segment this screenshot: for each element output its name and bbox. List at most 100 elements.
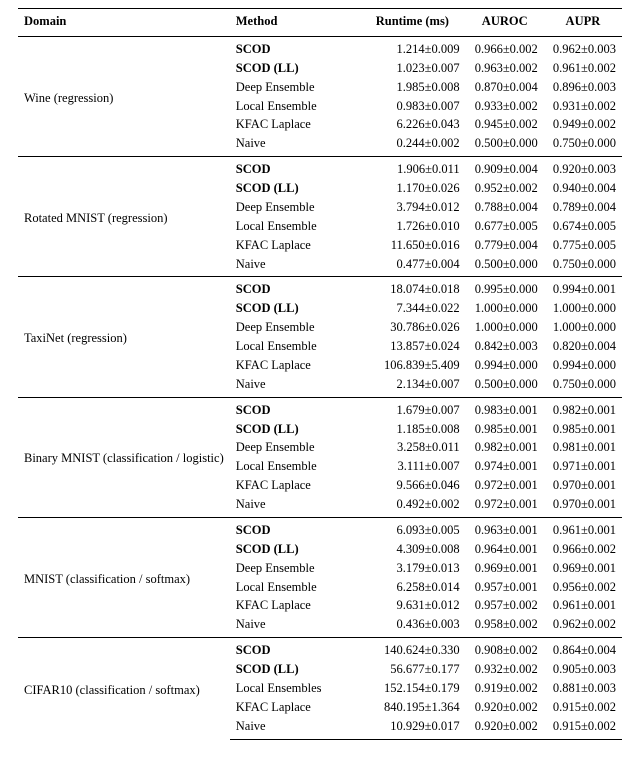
aupr-cell: 0.915±0.002 xyxy=(544,717,622,739)
method-cell: Local Ensemble xyxy=(230,457,359,476)
aupr-cell: 0.820±0.004 xyxy=(544,337,622,356)
runtime-cell: 2.134±0.007 xyxy=(359,375,466,397)
auroc-cell: 0.982±0.001 xyxy=(466,438,544,457)
auroc-cell: 0.932±0.002 xyxy=(466,660,544,679)
auroc-cell: 0.677±0.005 xyxy=(466,217,544,236)
aupr-cell: 0.864±0.004 xyxy=(544,638,622,660)
aupr-cell: 0.750±0.000 xyxy=(544,375,622,397)
auroc-cell: 0.974±0.001 xyxy=(466,457,544,476)
auroc-cell: 0.969±0.001 xyxy=(466,559,544,578)
runtime-cell: 56.677±0.177 xyxy=(359,660,466,679)
aupr-cell: 0.931±0.002 xyxy=(544,97,622,116)
aupr-cell: 0.940±0.004 xyxy=(544,179,622,198)
col-header-auroc: AUROC xyxy=(466,9,544,37)
aupr-cell: 0.981±0.001 xyxy=(544,438,622,457)
method-cell: Naive xyxy=(230,255,359,277)
auroc-cell: 1.000±0.000 xyxy=(466,299,544,318)
table-row: CIFAR10 (classification / softmax)SCOD14… xyxy=(18,638,622,660)
auroc-cell: 0.972±0.001 xyxy=(466,495,544,517)
auroc-cell: 0.870±0.004 xyxy=(466,78,544,97)
runtime-cell: 1.906±0.011 xyxy=(359,157,466,179)
method-cell: Naive xyxy=(230,495,359,517)
method-cell: Local Ensemble xyxy=(230,337,359,356)
method-cell: SCOD (LL) xyxy=(230,420,359,439)
auroc-cell: 0.963±0.002 xyxy=(466,59,544,78)
aupr-cell: 0.896±0.003 xyxy=(544,78,622,97)
auroc-cell: 0.963±0.001 xyxy=(466,517,544,539)
runtime-cell: 0.244±0.002 xyxy=(359,134,466,156)
auroc-cell: 0.500±0.000 xyxy=(466,255,544,277)
domain-cell: Rotated MNIST (regression) xyxy=(18,157,230,277)
aupr-cell: 0.982±0.001 xyxy=(544,397,622,419)
table-row: Wine (regression)SCOD1.214±0.0090.966±0.… xyxy=(18,36,622,58)
method-cell: Deep Ensemble xyxy=(230,198,359,217)
runtime-cell: 4.309±0.008 xyxy=(359,540,466,559)
aupr-cell: 0.969±0.001 xyxy=(544,559,622,578)
runtime-cell: 7.344±0.022 xyxy=(359,299,466,318)
aupr-cell: 0.775±0.005 xyxy=(544,236,622,255)
method-cell: Deep Ensemble xyxy=(230,78,359,97)
runtime-cell: 6.226±0.043 xyxy=(359,115,466,134)
runtime-cell: 3.111±0.007 xyxy=(359,457,466,476)
col-header-domain: Domain xyxy=(18,9,230,37)
method-cell: SCOD xyxy=(230,517,359,539)
runtime-cell: 1.214±0.009 xyxy=(359,36,466,58)
aupr-cell: 0.970±0.001 xyxy=(544,495,622,517)
auroc-cell: 0.966±0.002 xyxy=(466,36,544,58)
aupr-cell: 0.905±0.003 xyxy=(544,660,622,679)
method-cell: SCOD xyxy=(230,277,359,299)
method-cell: SCOD (LL) xyxy=(230,660,359,679)
runtime-cell: 1.985±0.008 xyxy=(359,78,466,97)
method-cell: Local Ensemble xyxy=(230,97,359,116)
auroc-cell: 0.957±0.001 xyxy=(466,578,544,597)
runtime-cell: 152.154±0.179 xyxy=(359,679,466,698)
method-cell: Local Ensemble xyxy=(230,578,359,597)
auroc-cell: 0.788±0.004 xyxy=(466,198,544,217)
auroc-cell: 0.842±0.003 xyxy=(466,337,544,356)
runtime-cell: 0.436±0.003 xyxy=(359,615,466,637)
aupr-cell: 0.985±0.001 xyxy=(544,420,622,439)
aupr-cell: 1.000±0.000 xyxy=(544,318,622,337)
aupr-cell: 0.750±0.000 xyxy=(544,255,622,277)
runtime-cell: 1.679±0.007 xyxy=(359,397,466,419)
runtime-cell: 1.185±0.008 xyxy=(359,420,466,439)
auroc-cell: 0.500±0.000 xyxy=(466,134,544,156)
method-cell: SCOD (LL) xyxy=(230,59,359,78)
domain-cell: CIFAR10 (classification / softmax) xyxy=(18,638,230,739)
auroc-cell: 0.933±0.002 xyxy=(466,97,544,116)
aupr-cell: 0.962±0.002 xyxy=(544,615,622,637)
method-cell: Deep Ensemble xyxy=(230,318,359,337)
auroc-cell: 0.985±0.001 xyxy=(466,420,544,439)
runtime-cell: 6.258±0.014 xyxy=(359,578,466,597)
results-table-body: Wine (regression)SCOD1.214±0.0090.966±0.… xyxy=(18,36,622,739)
col-header-aupr: AUPR xyxy=(544,9,622,37)
method-cell: Naive xyxy=(230,134,359,156)
method-cell: SCOD xyxy=(230,397,359,419)
aupr-cell: 0.994±0.000 xyxy=(544,356,622,375)
method-cell: SCOD (LL) xyxy=(230,540,359,559)
auroc-cell: 0.983±0.001 xyxy=(466,397,544,419)
runtime-cell: 10.929±0.017 xyxy=(359,717,466,739)
aupr-cell: 0.994±0.001 xyxy=(544,277,622,299)
aupr-cell: 0.920±0.003 xyxy=(544,157,622,179)
runtime-cell: 0.492±0.002 xyxy=(359,495,466,517)
method-cell: SCOD xyxy=(230,36,359,58)
runtime-cell: 106.839±5.409 xyxy=(359,356,466,375)
method-cell: Naive xyxy=(230,615,359,637)
aupr-cell: 0.970±0.001 xyxy=(544,476,622,495)
auroc-cell: 1.000±0.000 xyxy=(466,318,544,337)
runtime-cell: 30.786±0.026 xyxy=(359,318,466,337)
method-cell: KFAC Laplace xyxy=(230,236,359,255)
method-cell: KFAC Laplace xyxy=(230,356,359,375)
auroc-cell: 0.919±0.002 xyxy=(466,679,544,698)
method-cell: SCOD (LL) xyxy=(230,179,359,198)
aupr-cell: 0.956±0.002 xyxy=(544,578,622,597)
aupr-cell: 0.961±0.002 xyxy=(544,59,622,78)
auroc-cell: 0.972±0.001 xyxy=(466,476,544,495)
runtime-cell: 3.258±0.011 xyxy=(359,438,466,457)
results-table-container: Domain Method Runtime (ms) AUROC AUPR Wi… xyxy=(0,0,640,758)
aupr-cell: 0.789±0.004 xyxy=(544,198,622,217)
method-cell: Naive xyxy=(230,375,359,397)
method-cell: SCOD xyxy=(230,638,359,660)
runtime-cell: 11.650±0.016 xyxy=(359,236,466,255)
